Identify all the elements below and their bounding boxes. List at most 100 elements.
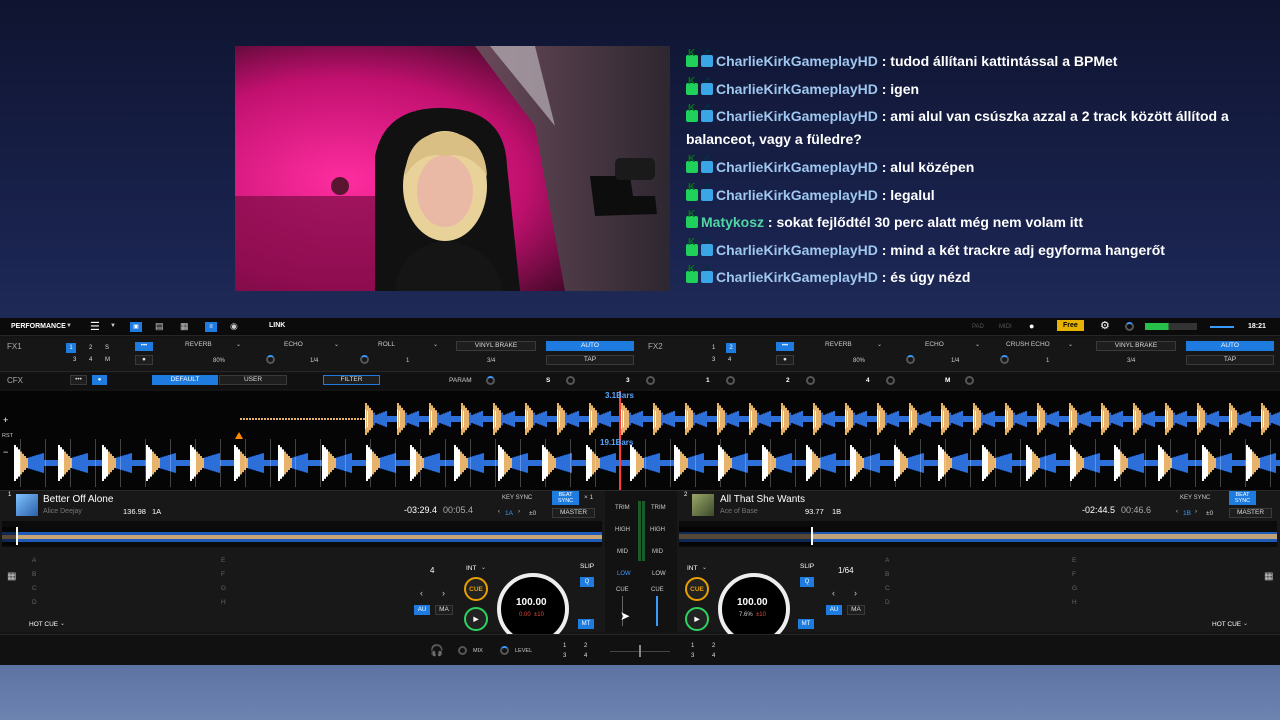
deck-select-1[interactable]: 1 <box>563 643 566 649</box>
chevron-down-icon[interactable]: ⌄ <box>236 341 241 348</box>
deck2-keysync-button[interactable]: KEY SYNC <box>1180 495 1210 501</box>
chevron-left-icon[interactable]: ‹ <box>832 588 835 598</box>
hotcue-pad-e[interactable]: E <box>1072 557 1076 564</box>
grid-icon[interactable]: ▦ <box>1264 571 1273 582</box>
ch2-fader[interactable] <box>656 596 658 626</box>
cfx-key-1[interactable]: 1 <box>706 377 710 384</box>
hotcue-pad-f[interactable]: F <box>1072 571 1076 578</box>
fx1-slot-2[interactable]: 2 <box>89 345 92 351</box>
cfx-key-2[interactable]: 2 <box>786 377 790 384</box>
fx2-knob-1[interactable] <box>906 355 915 364</box>
fx2-on-button[interactable]: ● <box>776 355 794 365</box>
fx2-effect-3[interactable]: CRUSH ECHO <box>1006 341 1050 348</box>
chevron-down-icon[interactable]: ⌄ <box>433 341 438 348</box>
fx2-slot-4[interactable]: 4 <box>728 357 731 363</box>
zoom-in-icon[interactable]: + <box>3 415 8 425</box>
fx1-vinyl-brake[interactable]: VINYL BRAKE <box>456 341 536 351</box>
fx2-knob-2[interactable] <box>1000 355 1009 364</box>
chevron-down-icon[interactable]: ⌄ <box>1243 620 1248 627</box>
fx1-effect-1[interactable]: REVERB <box>185 341 212 348</box>
ch2-cue-button[interactable]: CUE <box>651 587 664 593</box>
cfx-user-tab[interactable]: USER <box>219 375 287 385</box>
chevron-right-icon[interactable]: › <box>854 588 857 598</box>
fx1-effect-3[interactable]: ROLL <box>378 341 395 348</box>
crossfader-handle[interactable] <box>639 645 641 657</box>
cfx-filter-button[interactable]: FILTER <box>323 375 380 385</box>
fx1-effect-2[interactable]: ECHO <box>284 341 303 348</box>
record-icon[interactable]: ◉ <box>230 321 238 332</box>
deck2-mt-button[interactable]: MT <box>798 619 814 629</box>
fx2-slot-1[interactable]: 1 <box>712 345 715 351</box>
deck1-beatsync-button[interactable]: BEAT SYNC <box>552 491 579 505</box>
chevron-right-icon[interactable]: › <box>1195 509 1197 515</box>
deck1-cue-button[interactable]: CUE <box>464 577 488 601</box>
volume-slider[interactable] <box>1210 326 1234 328</box>
chevron-down-icon[interactable]: ▼ <box>110 323 116 329</box>
deck2-master-button[interactable]: MASTER <box>1229 508 1272 518</box>
fx2-slot-3[interactable]: 3 <box>712 357 715 363</box>
fx1-auto-button[interactable]: AUTO <box>546 341 634 351</box>
level-knob[interactable] <box>500 646 509 655</box>
hotcue-pad-f[interactable]: F <box>221 571 225 578</box>
deck-select-3[interactable]: 3 <box>563 653 566 659</box>
cfx-knob[interactable] <box>806 376 815 385</box>
deck2-loop-length[interactable]: 1/64 <box>838 566 854 575</box>
chevron-left-icon[interactable]: ‹ <box>498 509 500 515</box>
grid-icon[interactable]: ▦ <box>7 571 16 582</box>
deck2-slip-button[interactable]: SLIP <box>800 563 814 570</box>
cfx-knob[interactable] <box>566 376 575 385</box>
fx2-tap-button[interactable]: TAP <box>1186 355 1274 365</box>
deck1-overview-waveform[interactable] <box>2 521 602 547</box>
mix-knob[interactable] <box>458 646 467 655</box>
hotcue-pad-a[interactable]: A <box>32 557 36 564</box>
deck1-sync-multiplier[interactable]: × 1 <box>584 494 593 501</box>
ch1-cue-button[interactable]: CUE <box>616 587 629 593</box>
chevron-down-icon[interactable]: ⌄ <box>1068 341 1073 348</box>
fx1-slot-4[interactable]: 4 <box>89 357 92 363</box>
deck2-quantize-button[interactable]: Q <box>800 577 814 587</box>
deck1-au-button[interactable]: AU <box>414 605 430 615</box>
deck1-mt-button[interactable]: MT <box>578 619 594 629</box>
deck-select-4[interactable]: 4 <box>712 653 715 659</box>
hotcue-pad-h[interactable]: H <box>221 599 226 606</box>
mode-selector[interactable]: PERFORMANCE <box>11 323 66 330</box>
free-badge[interactable]: Free <box>1057 320 1084 331</box>
zoom-out-icon[interactable]: − <box>3 447 8 457</box>
deck2-beatsync-button[interactable]: BEAT SYNC <box>1229 491 1256 505</box>
fx1-slot-m[interactable]: M <box>105 357 110 363</box>
deck-select-2[interactable]: 2 <box>584 643 587 649</box>
chevron-right-icon[interactable]: › <box>442 588 445 598</box>
chevron-down-icon[interactable]: ▼ <box>66 323 72 329</box>
deck2-cue-button[interactable]: CUE <box>685 577 709 601</box>
fx2-vinyl-brake[interactable]: VINYL BRAKE <box>1096 341 1176 351</box>
chevron-down-icon[interactable]: ⌄ <box>60 620 65 627</box>
deck-select-3[interactable]: 3 <box>691 653 694 659</box>
deck2-int-button[interactable]: INT <box>687 565 697 572</box>
hotcue-pad-h[interactable]: H <box>1072 599 1077 606</box>
chevron-left-icon[interactable]: ‹ <box>420 588 423 598</box>
layout-2deck-icon[interactable]: ▣ <box>130 322 142 332</box>
info-icon[interactable]: ● <box>1029 321 1034 331</box>
hotcue-pad-c[interactable]: C <box>885 585 890 592</box>
deck1-quantize-button[interactable]: Q <box>580 577 594 587</box>
chevron-down-icon[interactable]: ⌄ <box>702 564 707 571</box>
deck1-keysync-button[interactable]: KEY SYNC <box>502 495 532 501</box>
chevron-down-icon[interactable]: ⌄ <box>334 341 339 348</box>
deck1-loop-length[interactable]: 4 <box>430 566 434 575</box>
hotcue-pad-e[interactable]: E <box>221 557 225 564</box>
cfx-key-s[interactable]: S <box>546 377 550 384</box>
hotcue-pad-a[interactable]: A <box>885 557 889 564</box>
headphones-icon[interactable]: 🎧 <box>430 644 444 657</box>
mixer-icon[interactable]: ≡ <box>205 322 217 332</box>
deck1-slip-button[interactable]: SLIP <box>580 563 594 570</box>
deck2-ma-button[interactable]: MA <box>847 605 865 615</box>
fx1-on-button[interactable]: ● <box>135 355 153 365</box>
chevron-left-icon[interactable]: ‹ <box>1176 509 1178 515</box>
cfx-param-knob[interactable] <box>486 376 495 385</box>
hotcue-pad-c[interactable]: C <box>32 585 37 592</box>
deck1-int-button[interactable]: INT <box>466 565 476 572</box>
cfx-knob[interactable] <box>965 376 974 385</box>
fx2-auto-button[interactable]: AUTO <box>1186 341 1274 351</box>
cfx-key-m[interactable]: M <box>945 377 950 384</box>
fx1-slot-1[interactable]: 1 <box>66 343 76 353</box>
